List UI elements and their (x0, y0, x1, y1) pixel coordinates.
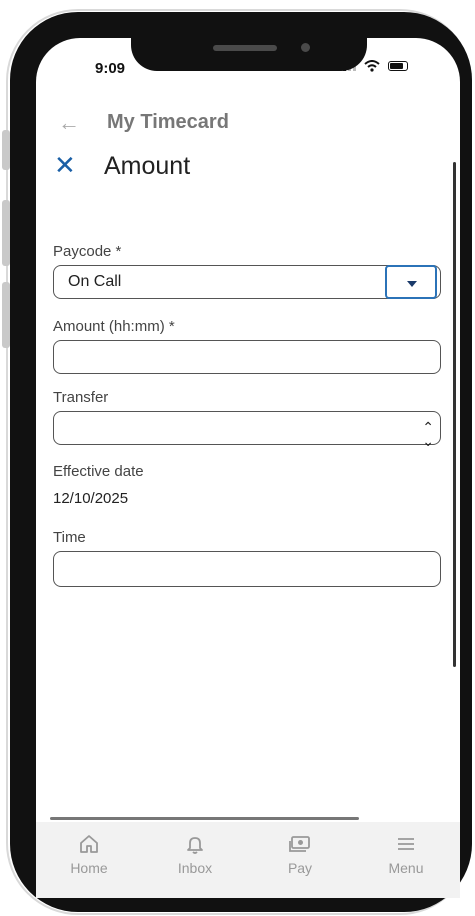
paycode-dropdown-button[interactable] (385, 265, 437, 299)
effective-date-label: Effective date (53, 463, 144, 480)
nav-home-label: Home (70, 860, 108, 876)
paycode-select[interactable]: On Call (53, 265, 441, 299)
home-indicator (50, 817, 359, 820)
money-icon (289, 836, 310, 852)
time-label: Time (53, 529, 86, 546)
speaker (213, 45, 277, 51)
transfer-select[interactable]: ⌃ ⌄ (53, 411, 441, 449)
battery-icon (388, 61, 408, 71)
paycode-value: On Call (68, 273, 122, 290)
notch (131, 27, 367, 71)
nav-inbox[interactable]: Inbox (155, 832, 235, 876)
amount-label: Amount (hh:mm) * (53, 318, 175, 335)
nav-inbox-label: Inbox (177, 860, 213, 876)
paycode-label: Paycode * (53, 243, 122, 260)
effective-date-value: 12/10/2025 (53, 490, 129, 507)
volume-down-button (2, 282, 10, 348)
page-title: Amount (104, 152, 191, 180)
scrollbar[interactable] (453, 162, 456, 667)
close-icon[interactable]: ✕ (54, 150, 76, 181)
camera (301, 43, 310, 52)
status-time: 9:09 (95, 60, 126, 77)
transfer-label: Transfer (53, 389, 109, 406)
menu-icon (398, 838, 414, 850)
nav-pay[interactable]: Pay (260, 832, 340, 876)
bottom-nav: Home Inbox Pay Menu (36, 822, 460, 898)
updown-chevron-icon: ⌃ ⌄ (422, 419, 434, 449)
wifi-icon (364, 60, 380, 72)
nav-menu[interactable]: Menu (366, 832, 446, 876)
breadcrumb[interactable]: My Timecard (107, 111, 229, 134)
nav-menu-label: Menu (388, 860, 424, 876)
nav-home[interactable]: Home (49, 832, 129, 876)
back-arrow-icon[interactable]: ← (58, 110, 80, 136)
time-input[interactable] (53, 551, 441, 587)
nav-pay-label: Pay (287, 860, 313, 876)
amount-input[interactable] (53, 340, 441, 374)
home-icon (80, 835, 98, 853)
volume-up-button (2, 200, 10, 266)
bell-icon (187, 837, 203, 854)
mute-switch (2, 130, 10, 170)
